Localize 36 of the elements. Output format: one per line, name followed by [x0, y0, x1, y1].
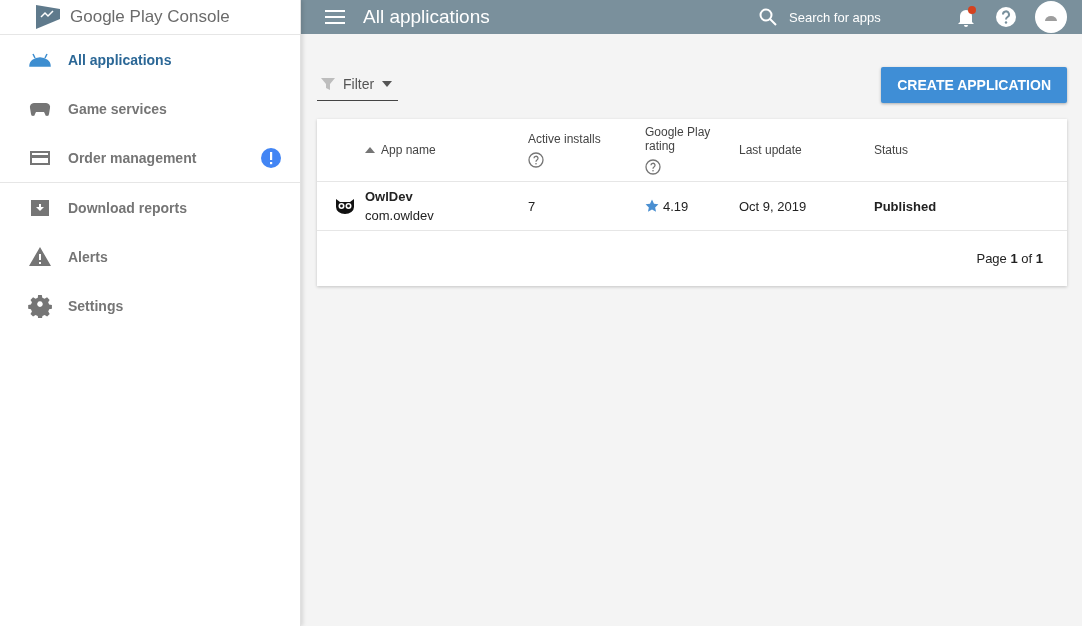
sidebar-item[interactable]: Download reports: [0, 183, 300, 232]
sidebar-item[interactable]: Order management: [0, 133, 300, 183]
star-icon: [645, 199, 659, 213]
column-header[interactable]: Google Play rating: [645, 125, 739, 175]
help-icon[interactable]: [995, 6, 1017, 28]
search-icon: [759, 8, 777, 26]
sidebar-item[interactable]: Alerts: [0, 232, 300, 281]
sidebar-item[interactable]: Settings: [0, 281, 300, 330]
sidebar-item[interactable]: Game services: [0, 84, 300, 133]
avatar-icon[interactable]: [1035, 1, 1067, 33]
owl-app-icon: [335, 198, 355, 214]
rating-value: 4.19: [663, 198, 689, 214]
alert-badge-icon: [260, 146, 282, 169]
package-name: com.owldev: [365, 208, 435, 223]
play-console-logo-icon: [34, 5, 60, 29]
table-cell: Oct 9, 2019: [739, 198, 807, 214]
status-text: Published: [874, 198, 937, 214]
menu-icon[interactable]: [325, 10, 345, 24]
column-header[interactable]: Status: [874, 143, 1067, 157]
search-field[interactable]: Search for apps: [759, 8, 929, 26]
caret-icon: [382, 81, 393, 87]
help-icon[interactable]: [645, 159, 661, 175]
filter-dropdown[interactable]: Filter: [317, 68, 399, 101]
column-header[interactable]: Last update: [739, 143, 874, 157]
sidebar-item[interactable]: All applications: [0, 35, 300, 84]
help-icon[interactable]: [528, 152, 544, 168]
page-title: All applications: [363, 6, 491, 28]
app-logo-text: Google Play Console: [70, 7, 230, 27]
settings-icon: [28, 293, 52, 318]
filter-icon: [321, 77, 335, 91]
sort-ascending-icon[interactable]: [365, 147, 375, 153]
pagination-text: Page 1 of 1: [976, 251, 1043, 266]
app-name[interactable]: OwlDev: [365, 189, 528, 204]
column-header[interactable]: App name: [365, 143, 528, 157]
column-header[interactable]: Active installs: [528, 132, 645, 168]
table-cell: 7: [528, 198, 536, 214]
